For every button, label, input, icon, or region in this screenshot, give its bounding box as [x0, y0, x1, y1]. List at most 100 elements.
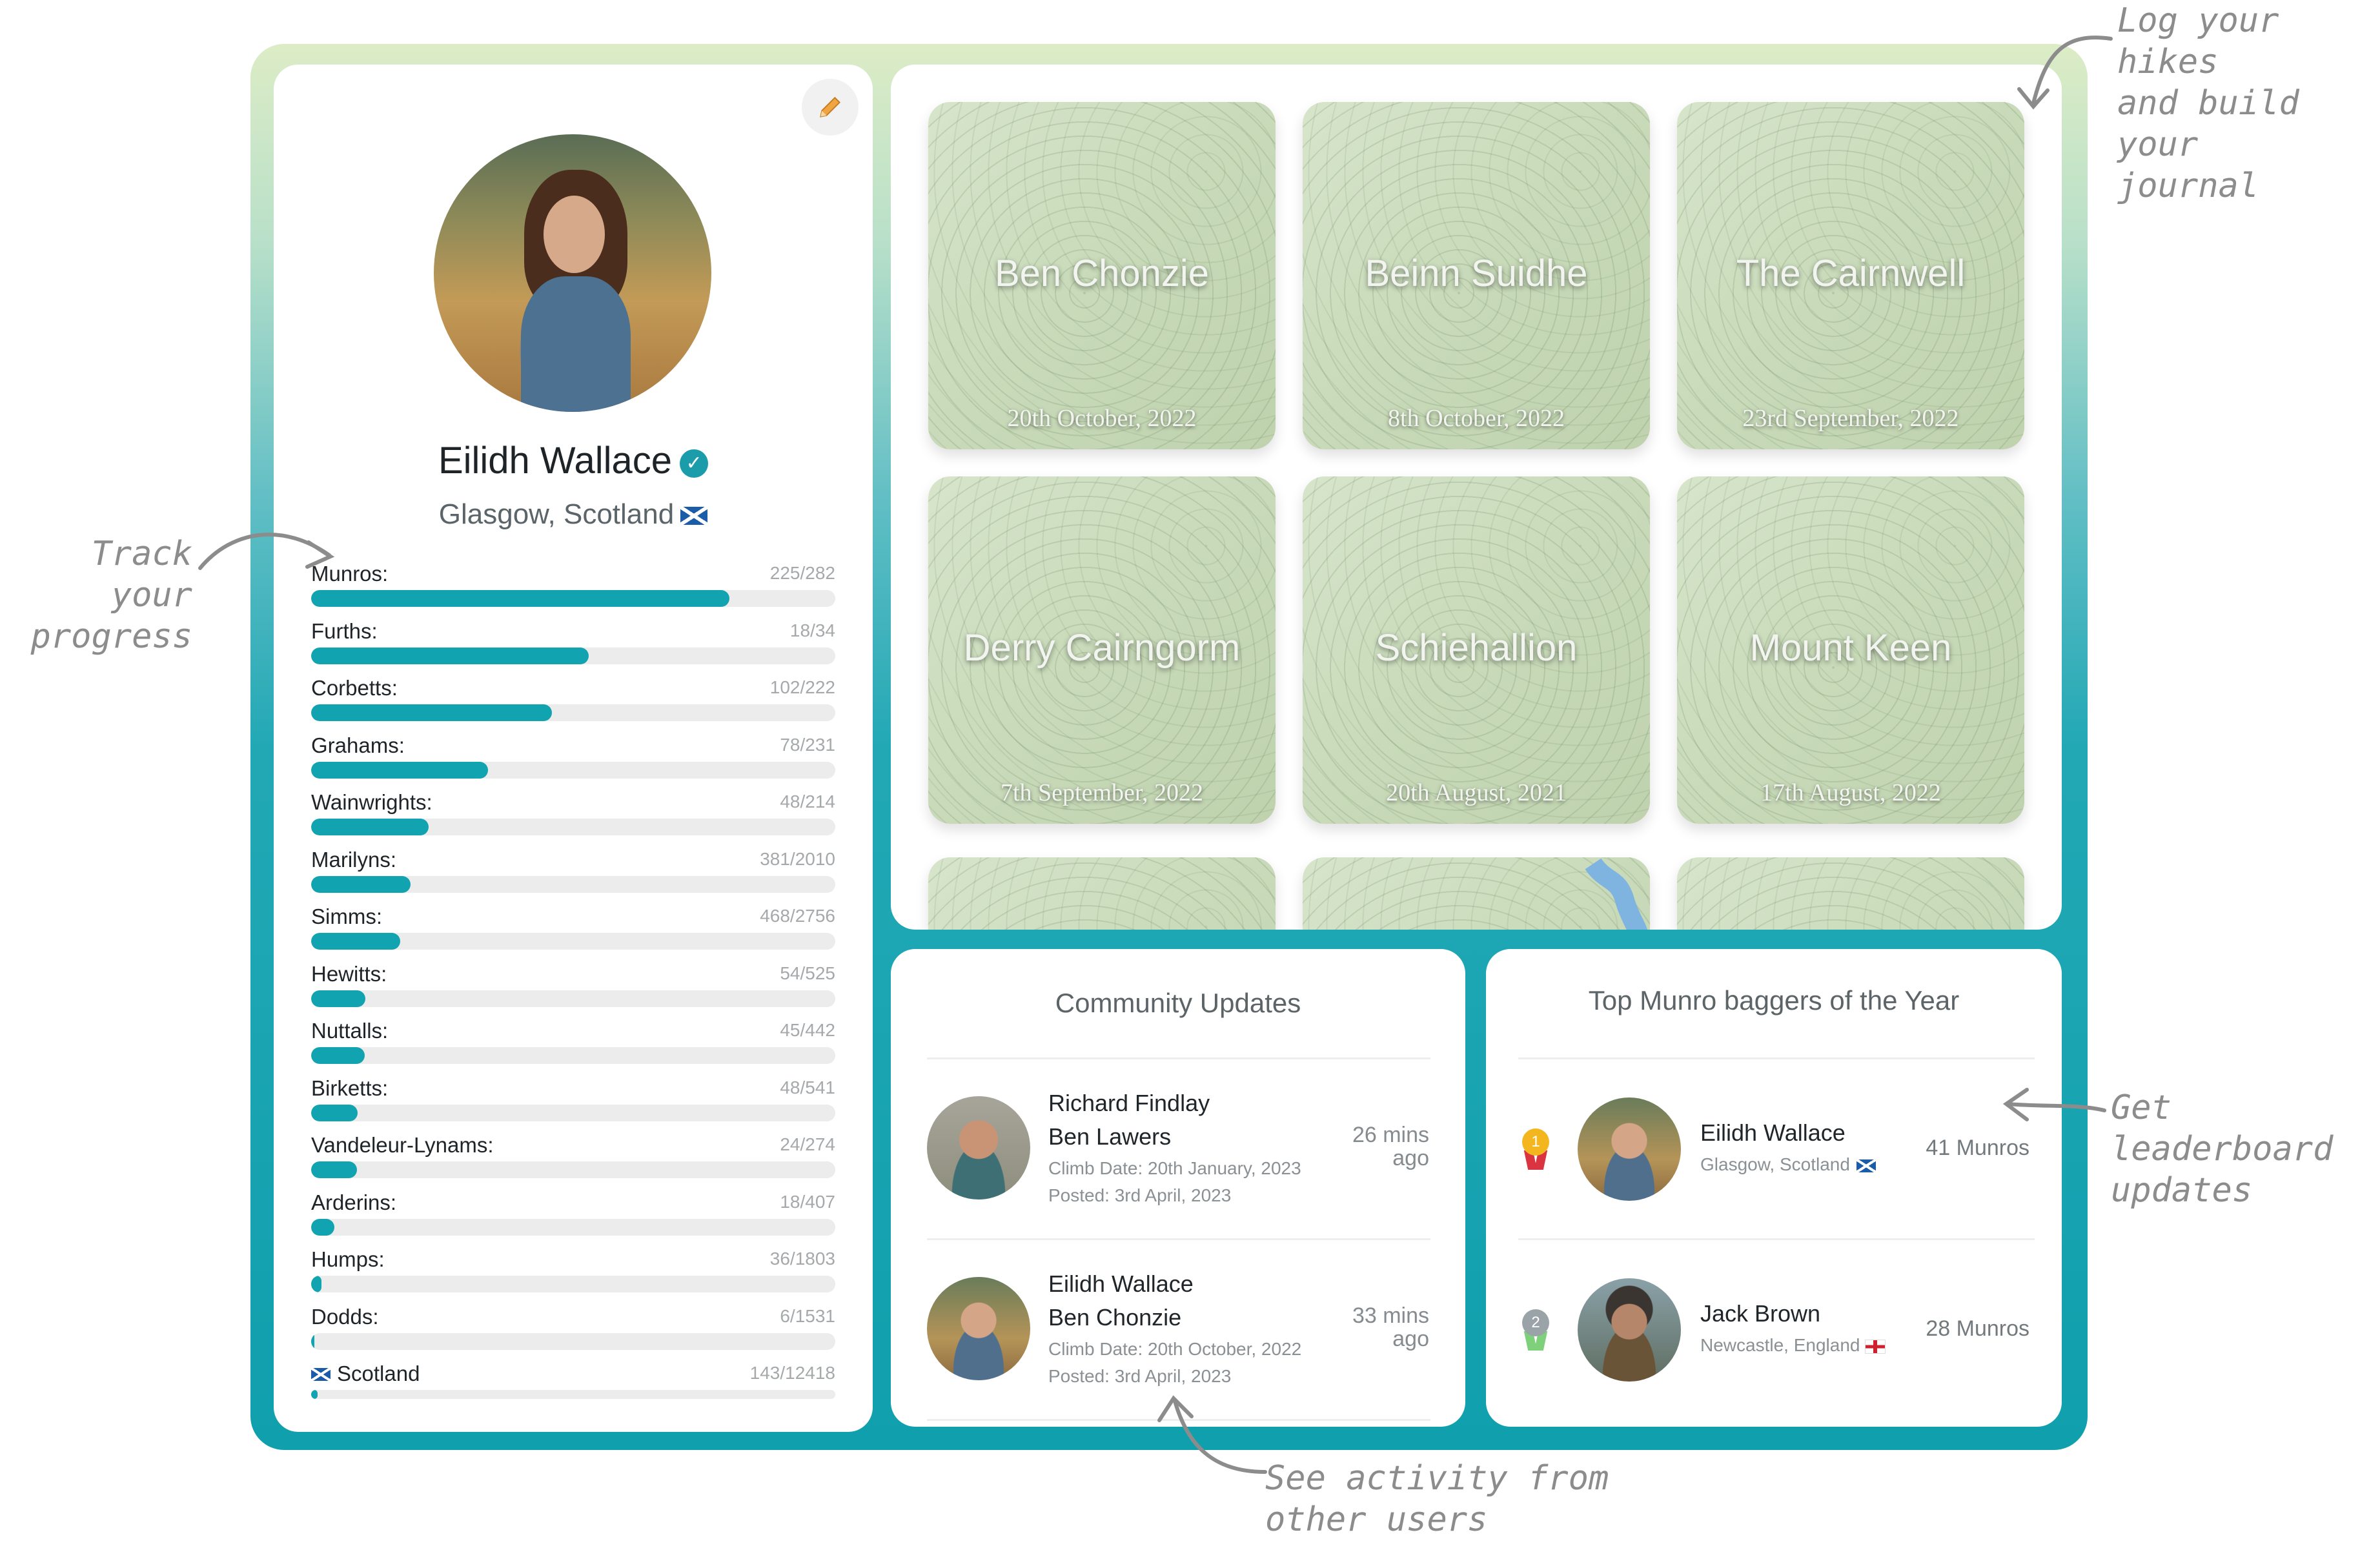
annotation-log-hikes: Log your hikes and build your journal	[2117, 1, 2299, 205]
progress-row: Hewitts: 54/525	[311, 962, 835, 1019]
progress-label: Scotland	[337, 1362, 420, 1385]
community-hill[interactable]: Ben Lawers	[1048, 1123, 1171, 1150]
climb-date: Climb Date: 20th January, 2023	[1048, 1158, 1301, 1178]
progress-label: Birketts:	[311, 1076, 389, 1100]
progress-track	[311, 1276, 835, 1292]
hike-journal: Ben Chonzie 20th October, 2022 Beinn Suidh…	[891, 65, 2062, 930]
progress-track	[311, 933, 835, 950]
divider	[1518, 1238, 2035, 1240]
hike-tile[interactable]: Ben Chonzie 20th October, 2022	[928, 102, 1276, 449]
progress-label: Grahams:	[311, 733, 405, 757]
progress-label: Corbetts:	[311, 676, 398, 700]
progress-fill	[311, 1276, 322, 1292]
progress-row: Scotland 143/12418	[311, 1362, 835, 1419]
leader-name[interactable]: Eilidh Wallace	[1700, 1119, 1846, 1147]
hike-tile[interactable]: The Cairnwell 23rd September, 2022	[1677, 102, 2024, 449]
progress-count: 36/1803	[769, 1249, 835, 1269]
progress-row: Birketts: 48/541	[311, 1076, 835, 1134]
progress-track	[311, 761, 835, 779]
hike-tile[interactable]: Mount Keen 17th August, 2022	[1677, 476, 2024, 824]
hike-date: 20th October, 2022	[1007, 405, 1197, 432]
progress-fill	[311, 590, 729, 607]
hike-name: The Cairnwell	[1736, 252, 1966, 294]
progress-label: Furths:	[311, 618, 378, 643]
progress-fill	[311, 1332, 314, 1350]
progress-fill	[311, 1390, 318, 1399]
progress-row: Vandeleur-Lynams: 24/274	[311, 1133, 835, 1190]
progress-count: 54/525	[780, 963, 835, 983]
community-title: Community Updates	[1055, 988, 1301, 1018]
progress-fill	[311, 1047, 365, 1064]
hike-name: Mount Keen	[1749, 627, 1952, 669]
progress-label: Hewitts:	[311, 961, 387, 986]
leader-location: Newcastle, England	[1700, 1335, 1886, 1356]
progress-count: 143/12418	[749, 1363, 835, 1383]
divider	[927, 1238, 1430, 1240]
edit-profile-button[interactable]	[802, 79, 859, 136]
progress-track	[311, 1161, 835, 1178]
leader-location: Glasgow, Scotland	[1700, 1154, 1876, 1175]
hike-tile[interactable]: Derry Cairngorm 7th September, 2022	[928, 476, 1276, 824]
annotation-track-progress: Track your progress	[30, 535, 192, 656]
hike-date: 7th September, 2022	[1000, 779, 1204, 806]
divider	[927, 1057, 1430, 1059]
progress-row: Corbetts: 102/222	[311, 676, 835, 733]
progress-count: 18/407	[780, 1191, 835, 1212]
progress-fill	[311, 1161, 358, 1178]
gold-medal-icon: 1	[1522, 1128, 1549, 1174]
progress-track	[311, 1104, 835, 1121]
progress-fill	[311, 1218, 334, 1236]
progress-row: Arderins: 18/407	[311, 1190, 835, 1248]
progress-row: Dodds: 6/1531	[311, 1305, 835, 1362]
progress-count: 468/2756	[760, 906, 835, 926]
progress-track	[311, 819, 835, 835]
post-time: 33 mins ago	[1352, 1303, 1429, 1351]
climb-date: Climb Date: 20th October, 2022	[1048, 1339, 1302, 1359]
progress-track	[311, 990, 835, 1007]
profile-name: Eilidh Wallace	[438, 440, 673, 482]
post-time: 26 mins ago	[1352, 1123, 1429, 1170]
hike-tile-partial[interactable]	[1677, 857, 2024, 930]
hike-tile[interactable]: Beinn Suidhe 8th October, 2022	[1303, 102, 1650, 449]
progress-fill	[311, 819, 429, 835]
progress-label: Vandeleur-Lynams:	[311, 1133, 494, 1157]
progress-fill	[311, 1104, 358, 1121]
progress-count: 102/222	[769, 677, 835, 697]
hike-tile-partial[interactable]	[928, 857, 1276, 930]
progress-count: 24/274	[780, 1134, 835, 1154]
community-user[interactable]: Richard Findlay	[1048, 1090, 1210, 1117]
progress-fill	[311, 704, 552, 721]
munro-count: 28 Munros	[1926, 1316, 2029, 1341]
avatar	[1578, 1097, 1681, 1201]
community-hill[interactable]: Ben Chonzie	[1048, 1304, 1181, 1331]
hike-date: 8th October, 2022	[1388, 405, 1565, 432]
progress-track	[311, 704, 835, 721]
community-user[interactable]: Eilidh Wallace	[1048, 1271, 1194, 1298]
progress-label: Marilyns:	[311, 847, 397, 872]
england-flag-icon	[1865, 1339, 1886, 1354]
progress-track	[311, 1332, 835, 1350]
progress-fill	[311, 990, 365, 1007]
arrow-icon	[198, 532, 335, 570]
progress-count: 381/2010	[760, 848, 835, 869]
progress-count: 45/442	[780, 1020, 835, 1040]
scotland-flag-icon	[311, 1368, 331, 1381]
hike-name: Schiehallion	[1375, 627, 1578, 669]
profile-avatar	[434, 134, 711, 412]
hike-tile-partial[interactable]	[1303, 857, 1650, 930]
avatar	[927, 1096, 1030, 1199]
progress-fill	[311, 761, 489, 779]
leader-name[interactable]: Jack Brown	[1700, 1300, 1820, 1327]
hike-tile[interactable]: Schiehallion 20th August, 2021	[1303, 476, 1650, 824]
leaderboard-title: Top Munro baggers of the Year	[1588, 985, 1960, 1015]
progress-label: Humps:	[311, 1247, 385, 1271]
progress-label: Nuttalls:	[311, 1019, 389, 1043]
progress-row: Grahams: 78/231	[311, 733, 835, 791]
divider	[1518, 1057, 2035, 1059]
progress-label: Dodds:	[311, 1304, 379, 1329]
progress-track	[311, 1047, 835, 1064]
annotation-activity: See activity from other users	[1265, 1459, 1609, 1539]
profile-location: Glasgow, Scotland	[438, 498, 675, 530]
pencil-icon	[820, 97, 840, 117]
progress-row: Nuttalls: 45/442	[311, 1019, 835, 1076]
